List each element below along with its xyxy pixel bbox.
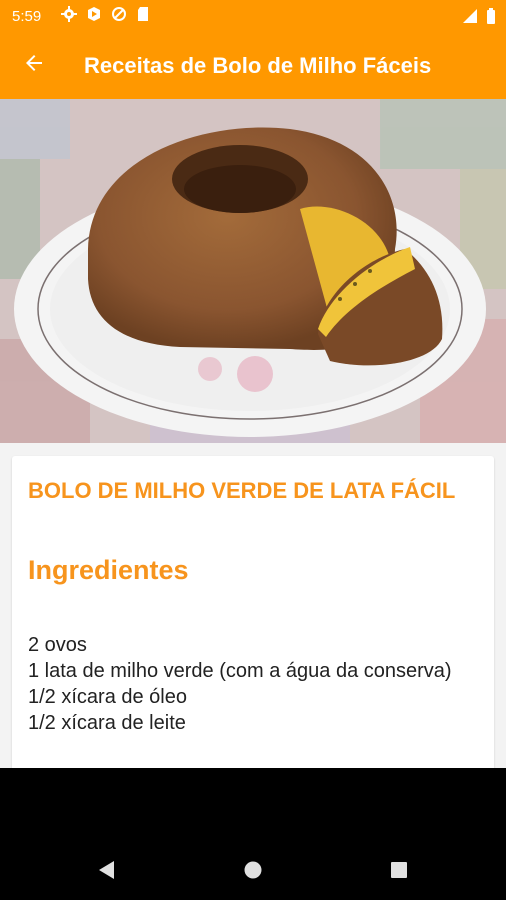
- status-time: 5:59: [12, 7, 42, 25]
- battery-icon: [486, 8, 496, 29]
- recipe-content[interactable]: BOLO DE MILHO VERDE DE LATA FÁCIL Ingred…: [0, 99, 506, 768]
- recent-square-icon[interactable]: [391, 862, 407, 883]
- home-circle-icon[interactable]: [244, 861, 262, 884]
- ingredients-list: 2 ovos 1 lata de milho verde (com a água…: [28, 632, 478, 736]
- app-bar: Receitas de Bolo de Milho Fáceis: [0, 32, 506, 99]
- gear-icon: [61, 5, 78, 27]
- ingredient-item: 1 lata de milho verde (com a água da con…: [28, 660, 452, 682]
- system-nav-bar: [0, 768, 506, 900]
- recipe-image: [0, 99, 506, 443]
- play-icon: [86, 6, 102, 27]
- recipe-card: BOLO DE MILHO VERDE DE LATA FÁCIL Ingred…: [12, 456, 494, 768]
- status-bar: 5:59: [0, 0, 506, 32]
- ingredient-item: 1/2 xícara de leite: [28, 712, 186, 734]
- back-triangle-icon[interactable]: [98, 860, 116, 885]
- section-title-ingredients: Ingredientes: [28, 555, 189, 585]
- arrow-left-icon: [22, 51, 46, 80]
- ingredient-item: 2 ovos: [28, 634, 87, 656]
- sd-card-icon: [136, 6, 150, 27]
- ingredient-item: 1/2 xícara de óleo: [28, 686, 187, 708]
- app-title: Receitas de Bolo de Milho Fáceis: [84, 52, 432, 78]
- signal-icon: [462, 8, 478, 29]
- no-sign-icon: [111, 6, 127, 27]
- back-button[interactable]: [6, 38, 62, 94]
- recipe-title: BOLO DE MILHO VERDE DE LATA FÁCIL: [28, 478, 456, 503]
